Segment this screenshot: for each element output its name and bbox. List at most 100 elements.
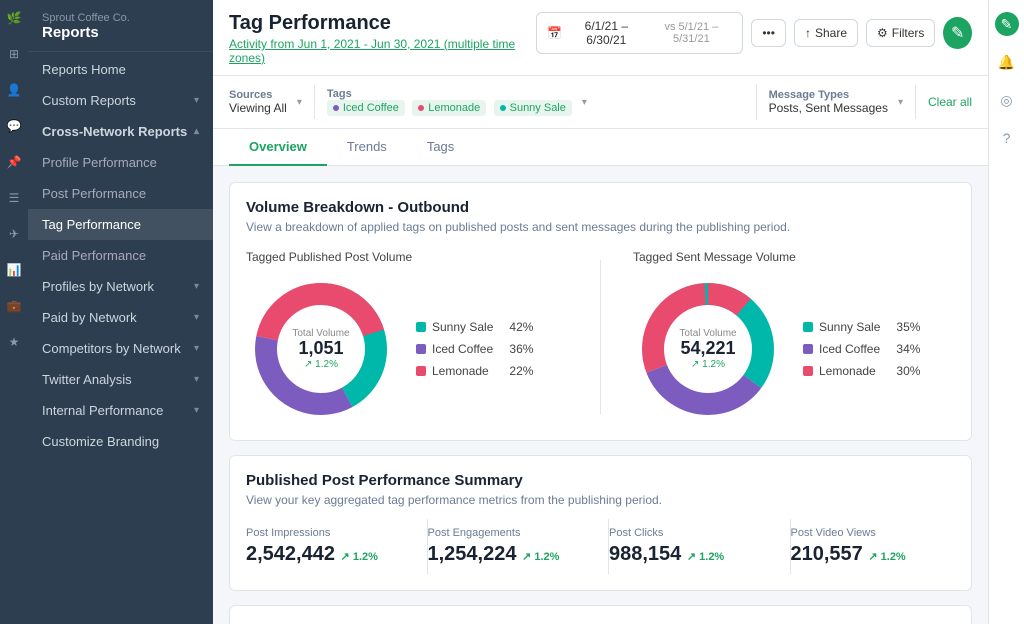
topbar-right: 📅 6/1/21 – 6/30/21 vs 5/1/21 – 5/31/21 •… <box>536 12 972 54</box>
tab-tags[interactable]: Tags <box>407 129 474 166</box>
volume-breakdown-sub: View a breakdown of applied tags on publ… <box>246 220 955 234</box>
topbar-left: Tag Performance Activity from Jun 1, 202… <box>229 12 536 65</box>
charts-row: Tagged Published Post Volume <box>246 250 955 424</box>
chevron-down-icon: ▾ <box>194 95 199 106</box>
help-icon[interactable]: ? <box>995 126 1019 150</box>
main-content: Tag Performance Activity from Jun 1, 202… <box>213 0 988 624</box>
message-types-chevron-icon: ▾ <box>898 97 903 108</box>
tasks-icon[interactable]: 📌 <box>4 152 24 172</box>
chevron-down-icon: ▾ <box>194 343 199 354</box>
chevron-down-icon: ▾ <box>194 281 199 292</box>
right-chart-label: Tagged Sent Message Volume <box>633 250 955 264</box>
sidebar-item-paid-performance[interactable]: Paid Performance <box>28 240 213 271</box>
sidebar-item-post-performance[interactable]: Post Performance <box>28 178 213 209</box>
sidebar-nav: Reports Home Custom Reports ▾ Cross-Netw… <box>28 54 213 457</box>
sidebar-item-custom-reports[interactable]: Custom Reports ▾ <box>28 85 213 116</box>
message-types-filter[interactable]: Message Types Posts, Sent Messages ▾ <box>769 85 916 119</box>
sidebar-item-customize-branding[interactable]: Customize Branding <box>28 426 213 457</box>
sidebar-item-tag-performance[interactable]: Tag Performance <box>28 209 213 240</box>
metrics-row: Post Impressions 2,542,442 1.2% Post Eng… <box>246 519 955 574</box>
right-icon-rail: ✎ 🔔 ◎ ? <box>988 0 1024 624</box>
tab-overview[interactable]: Overview <box>229 129 327 166</box>
legend-item-sunny-sale: Sunny Sale 42% <box>416 320 533 334</box>
sidebar-item-reports-home[interactable]: Reports Home <box>28 54 213 85</box>
sources-chevron-icon: ▾ <box>297 97 302 108</box>
metric-post-clicks: Post Clicks 988,154 1.2% <box>609 519 791 574</box>
briefcase-icon[interactable]: 💼 <box>4 296 24 316</box>
tag-iced-coffee: Iced Coffee <box>327 100 405 116</box>
star-icon[interactable]: ★ <box>4 332 24 352</box>
publish-icon[interactable]: ✈ <box>4 224 24 244</box>
chart-divider <box>600 260 601 414</box>
sidebar: Sprout Coffee Co. Reports Reports Home C… <box>28 0 213 624</box>
volume-breakdown-title: Volume Breakdown - Outbound <box>246 199 955 216</box>
right-chart-legend: Sunny Sale 35% Iced Coffee 34% Lemonade … <box>803 320 920 378</box>
filter-icon: ⚙ <box>877 26 888 40</box>
chevron-up-icon: ▴ <box>194 126 199 137</box>
activity-icon[interactable]: ◎ <box>995 88 1019 112</box>
tab-trends[interactable]: Trends <box>327 129 407 166</box>
right-donut-center: Total Volume 54,221 1.2% <box>679 328 736 370</box>
right-legend-item-sunny-sale: Sunny Sale 35% <box>803 320 920 334</box>
page-subtitle: Activity from Jun 1, 2021 - Jun 30, 2021… <box>229 37 536 65</box>
top-posts-card: Top Posts View the top tagged published … <box>229 605 972 624</box>
tags-filter[interactable]: Tags Iced Coffee Lemonade Sunny Sale ▾ <box>327 84 757 120</box>
topbar: Tag Performance Activity from Jun 1, 202… <box>213 0 988 76</box>
right-chart-container: Tagged Sent Message Volume <box>633 250 955 424</box>
right-chart-inner: Total Volume 54,221 1.2% Sunny Sale 35% <box>633 274 955 424</box>
sidebar-item-paid-by-network[interactable]: Paid by Network ▾ <box>28 302 213 333</box>
more-options-button[interactable]: ••• <box>751 19 786 47</box>
listening-icon[interactable]: ☰ <box>4 188 24 208</box>
app-logo-icon: 🌿 <box>4 8 24 28</box>
metric-post-engagements: Post Engagements 1,254,224 1.2% <box>428 519 610 574</box>
company-name: Sprout Coffee Co. <box>42 12 199 24</box>
left-donut: Total Volume 1,051 1.2% <box>246 274 396 424</box>
share-button[interactable]: ↑ Share <box>794 19 858 47</box>
performance-summary-card: Published Post Performance Summary View … <box>229 455 972 591</box>
calendar-icon: 📅 <box>547 26 562 40</box>
tag-lemonade: Lemonade <box>412 100 486 116</box>
notification-icon[interactable]: 🔔 <box>995 50 1019 74</box>
date-range-button[interactable]: 📅 6/1/21 – 6/30/21 vs 5/1/21 – 5/31/21 <box>536 12 743 54</box>
tabs: Overview Trends Tags <box>213 129 988 166</box>
compose-button[interactable]: ✎ <box>943 17 972 49</box>
left-chart-inner: Total Volume 1,051 1.2% Sunny Sale 42% <box>246 274 568 424</box>
left-chart-container: Tagged Published Post Volume <box>246 250 568 424</box>
tag-sunny-sale: Sunny Sale <box>494 100 572 116</box>
page-title: Tag Performance <box>229 12 536 35</box>
profile-icon[interactable]: 👤 <box>4 80 24 100</box>
left-donut-center: Total Volume 1,051 1.2% <box>292 328 349 370</box>
right-donut: Total Volume 54,221 1.2% <box>633 274 783 424</box>
sidebar-item-twitter-analysis[interactable]: Twitter Analysis ▾ <box>28 364 213 395</box>
analytics-icon[interactable]: 📊 <box>4 260 24 280</box>
sidebar-item-competitors-by-network[interactable]: Competitors by Network ▾ <box>28 333 213 364</box>
legend-item-iced-coffee: Iced Coffee 36% <box>416 342 533 356</box>
sidebar-header: Sprout Coffee Co. Reports <box>28 0 213 52</box>
filter-bar: Sources Viewing All ▾ Tags Iced Coffee L… <box>213 76 988 129</box>
sidebar-item-cross-network[interactable]: Cross-Network Reports ▴ <box>28 116 213 147</box>
metric-post-impressions: Post Impressions 2,542,442 1.2% <box>246 519 428 574</box>
left-chart-legend: Sunny Sale 42% Iced Coffee 36% Lemonade … <box>416 320 533 378</box>
filters-button[interactable]: ⚙ Filters <box>866 19 935 47</box>
metric-post-video-views: Post Video Views 210,557 1.2% <box>791 519 956 574</box>
volume-breakdown-card: Volume Breakdown - Outbound View a break… <box>229 182 972 441</box>
legend-item-lemonade: Lemonade 22% <box>416 364 533 378</box>
messages-icon[interactable]: 💬 <box>4 116 24 136</box>
left-chart-label: Tagged Published Post Volume <box>246 250 568 264</box>
clear-all-button[interactable]: Clear all <box>928 95 972 109</box>
performance-sub: View your key aggregated tag performance… <box>246 493 955 507</box>
sidebar-item-profile-performance[interactable]: Profile Performance <box>28 147 213 178</box>
share-icon: ↑ <box>805 26 811 40</box>
sidebar-item-profiles-by-network[interactable]: Profiles by Network ▾ <box>28 271 213 302</box>
tags-chevron-icon: ▾ <box>582 97 587 108</box>
chevron-down-icon: ▾ <box>194 312 199 323</box>
home-icon[interactable]: ⊞ <box>4 44 24 64</box>
sidebar-section-title: Reports <box>42 24 199 41</box>
performance-title: Published Post Performance Summary <box>246 472 955 489</box>
compose-right-icon[interactable]: ✎ <box>995 12 1019 36</box>
icon-rail: 🌿 ⊞ 👤 💬 📌 ☰ ✈ 📊 💼 ★ <box>0 0 28 624</box>
chevron-down-icon: ▾ <box>194 374 199 385</box>
right-legend-item-lemonade: Lemonade 30% <box>803 364 920 378</box>
sources-filter[interactable]: Sources Viewing All ▾ <box>229 85 315 119</box>
sidebar-item-internal-performance[interactable]: Internal Performance ▾ <box>28 395 213 426</box>
